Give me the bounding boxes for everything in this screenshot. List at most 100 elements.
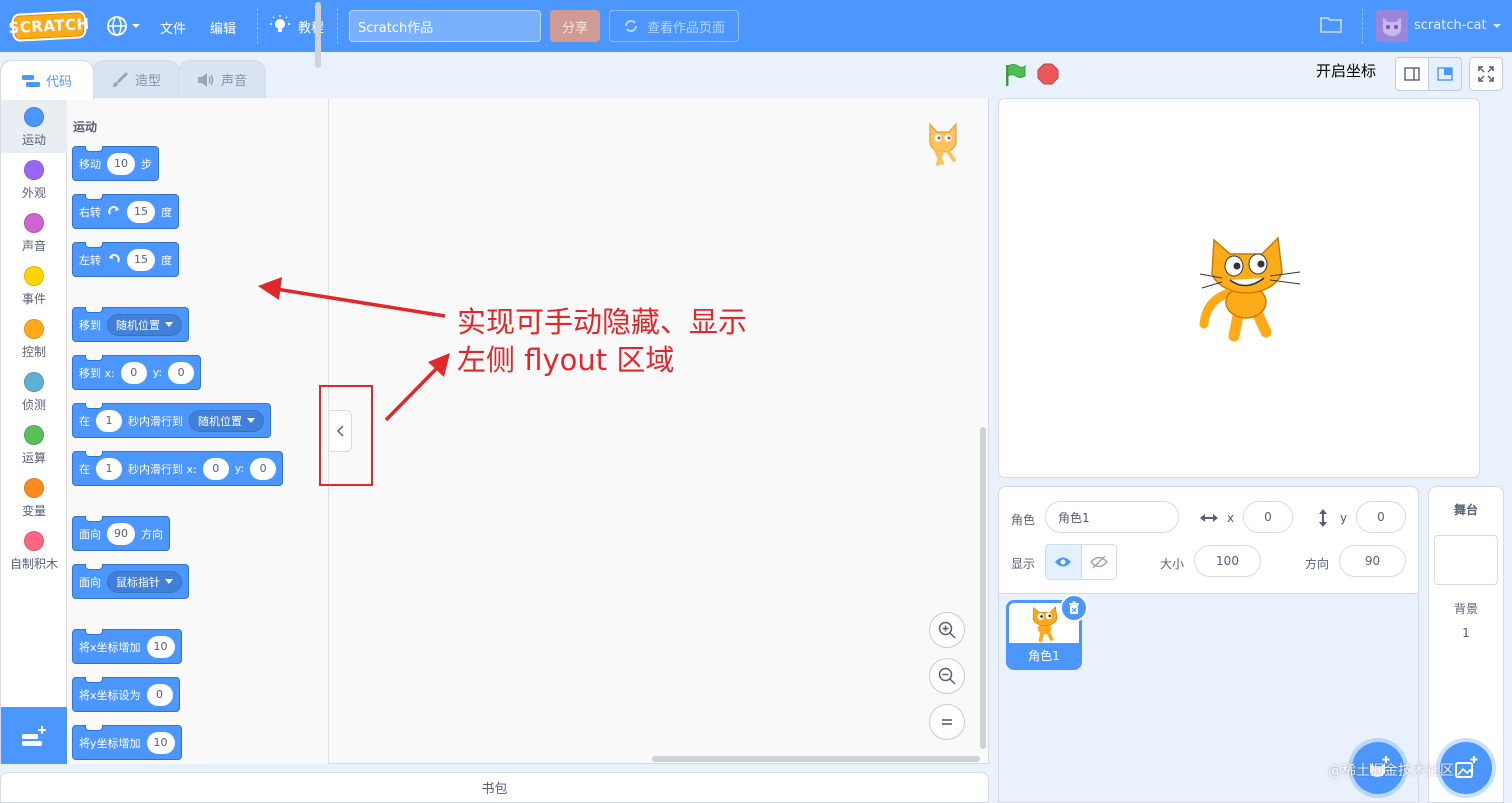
show-sprite-button[interactable] (1046, 545, 1082, 579)
block-input[interactable]: 90 (107, 522, 135, 545)
category-dot (24, 266, 44, 286)
category-variables[interactable]: 变量 (1, 471, 67, 524)
block-text: y: (152, 366, 163, 379)
block-input[interactable]: 0 (146, 683, 173, 706)
block-text: 步 (141, 157, 152, 171)
caret-down-icon[interactable] (1492, 22, 1502, 30)
annotation-text: 实现可手动隐藏、显示 左侧 flyout 区域 (457, 303, 747, 379)
block-change-y[interactable]: 将y坐标增加 10 (72, 725, 182, 760)
block-input[interactable]: 0 (250, 457, 277, 480)
large-stage-button[interactable] (1428, 57, 1462, 91)
hide-sprite-button[interactable] (1081, 545, 1116, 579)
zoom-in-button[interactable] (929, 612, 965, 648)
x-input[interactable]: 0 (1243, 501, 1293, 533)
scratch-logo[interactable]: SCRATCH (8, 10, 90, 42)
coordinate-toggle[interactable]: 开启坐标 (1316, 60, 1376, 81)
zoom-reset-button[interactable] (929, 704, 965, 740)
workspace-horizontal-scrollbar[interactable] (652, 756, 980, 762)
tab-code-label: 代码 (45, 75, 72, 90)
category-events[interactable]: 事件 (1, 259, 67, 312)
username[interactable]: scratch-cat (1414, 18, 1487, 33)
backpack[interactable]: 书包 (0, 772, 989, 803)
workspace-vertical-scrollbar[interactable] (980, 427, 986, 749)
edit-menu[interactable]: 编辑 (210, 18, 236, 37)
block-go-to[interactable]: 移到 随机位置 (72, 307, 189, 342)
trash-icon (1069, 601, 1079, 614)
category-sensing[interactable]: 侦测 (1, 365, 67, 418)
block-input[interactable]: 0 (120, 361, 147, 384)
tab-code[interactable]: 代码 (0, 60, 94, 100)
category-control[interactable]: 控制 (1, 312, 67, 365)
eye-off-icon (1089, 555, 1108, 569)
sprite-thumbnail-label: 角色1 (1009, 643, 1079, 667)
stop-icon[interactable] (1037, 63, 1059, 85)
category-looks[interactable]: 外观 (1, 153, 67, 206)
category-sound[interactable]: 声音 (1, 206, 67, 259)
block-change-x[interactable]: 将x坐标增加 10 (72, 629, 182, 664)
block-input[interactable]: 0 (168, 361, 195, 384)
block-text: 将y坐标增加 (79, 736, 141, 750)
dropdown-value: 随机位置 (116, 318, 160, 332)
small-stage-button[interactable] (1395, 57, 1429, 91)
file-menu[interactable]: 文件 (160, 18, 186, 37)
block-text: 方向 (141, 527, 163, 541)
share-button[interactable]: 分享 (550, 10, 600, 42)
block-go-to-xy[interactable]: 移到 x: 0 y: 0 (72, 355, 202, 390)
cat-sprite-icon[interactable] (1196, 232, 1304, 344)
category-label: 运动 (21, 133, 46, 147)
menu-divider (337, 8, 338, 44)
zoom-out-button[interactable] (929, 658, 965, 694)
add-extension-icon (22, 725, 46, 746)
block-dropdown[interactable]: 随机位置 (189, 409, 264, 432)
block-point-direction[interactable]: 面向 90 方向 (72, 516, 170, 551)
block-input[interactable]: 0 (202, 457, 229, 480)
delete-sprite-button[interactable] (1060, 594, 1088, 622)
tab-costumes[interactable]: 造型 (92, 60, 180, 98)
block-input[interactable]: 15 (127, 200, 155, 223)
flyout-scrollbar[interactable] (315, 2, 321, 68)
y-input[interactable]: 0 (1356, 501, 1406, 533)
large-stage-icon (1437, 67, 1453, 81)
category-operators[interactable]: 运算 (1, 418, 67, 471)
stage-thumbnail[interactable] (1434, 535, 1498, 585)
green-flag-icon[interactable] (1003, 63, 1027, 87)
menu-divider (1362, 8, 1363, 44)
block-point-towards[interactable]: 面向 鼠标指针 (72, 564, 189, 599)
annotation-line-2: 左侧 flyout 区域 (457, 343, 675, 377)
block-text: 右转 (79, 205, 101, 219)
block-input[interactable]: 1 (96, 409, 122, 432)
tab-sounds[interactable]: 声音 (178, 60, 266, 98)
block-input[interactable]: 15 (127, 248, 155, 271)
project-title-input[interactable] (349, 10, 541, 42)
fullscreen-button[interactable] (1469, 57, 1503, 91)
block-input[interactable]: 10 (107, 152, 135, 175)
block-input[interactable]: 10 (146, 635, 175, 658)
block-set-x[interactable]: 将x坐标设为 0 (72, 677, 180, 712)
size-input[interactable]: 100 (1194, 545, 1261, 577)
sprite-name-input[interactable]: 角色1 (1045, 501, 1179, 533)
my-stuff-button[interactable] (1320, 15, 1342, 35)
category-label: 控制 (21, 345, 46, 359)
block-glide-to-xy[interactable]: 在 1 秒内滑行到 x: 0 y: 0 (72, 451, 284, 486)
language-menu[interactable] (106, 14, 142, 38)
small-stage-icon (1404, 67, 1420, 81)
user-avatar[interactable] (1376, 10, 1408, 42)
block-input[interactable]: 1 (96, 457, 122, 480)
block-dropdown[interactable]: 随机位置 (107, 313, 182, 336)
block-move-steps[interactable]: 移动 10 步 (72, 146, 159, 181)
category-dot (24, 107, 44, 127)
block-turn-right[interactable]: 右转 15 度 (72, 194, 179, 229)
category-label: 声音 (21, 239, 46, 253)
direction-input[interactable]: 90 (1339, 545, 1406, 577)
category-my-blocks[interactable]: 自制积木 (1, 524, 67, 577)
category-motion[interactable]: 运动 (1, 100, 67, 153)
y-label: y (1340, 511, 1348, 525)
block-glide-to[interactable]: 在 1 秒内滑行到 随机位置 (72, 403, 271, 438)
add-extension-button[interactable] (1, 707, 67, 764)
see-project-page-button[interactable]: 查看作品页面 (609, 10, 739, 42)
block-turn-left[interactable]: 左转 15 度 (72, 242, 179, 277)
block-dropdown[interactable]: 鼠标指针 (107, 570, 182, 593)
category-dot (24, 425, 44, 445)
block-input[interactable]: 10 (146, 731, 175, 754)
category-label: 变量 (21, 504, 46, 518)
